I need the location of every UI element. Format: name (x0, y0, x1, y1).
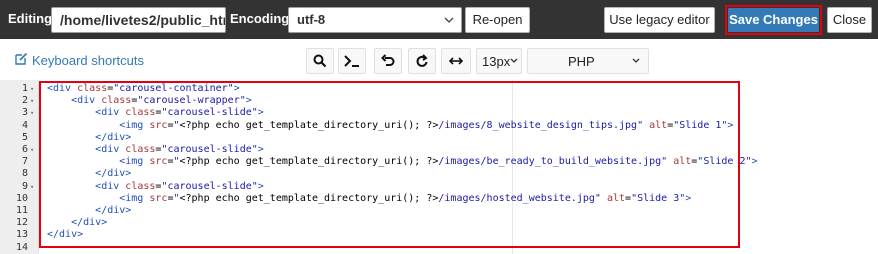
save-changes-highlight: Save Changes (725, 5, 822, 35)
line-number: 3 (21, 107, 28, 119)
encoding-value: utf-8 (297, 12, 326, 27)
line-number: 7 (21, 156, 28, 168)
wrap-toggle-button[interactable] (441, 48, 471, 74)
line-number: 5 (21, 131, 28, 143)
fold-arrow-icon[interactable]: ▾ (30, 83, 34, 95)
encoding-select[interactable]: utf-8 (288, 7, 462, 33)
redo-button[interactable] (408, 48, 436, 74)
font-size-select[interactable]: 13px (476, 48, 522, 74)
code-highlight-box (39, 81, 740, 248)
fold-arrow-icon[interactable]: ▾ (30, 181, 34, 193)
search-icon (313, 54, 327, 68)
undo-icon (381, 54, 395, 68)
wrap-toggle-icon (449, 56, 463, 66)
fold-arrow-icon[interactable]: ▾ (30, 107, 34, 119)
redo-icon (415, 54, 429, 68)
language-mode-select[interactable]: PHP (527, 48, 649, 74)
goto-line-button[interactable] (338, 48, 366, 74)
chevron-down-icon (632, 58, 640, 64)
line-number: 12 (15, 217, 28, 229)
line-number: 1 (21, 83, 28, 94)
line-number: 2 (21, 95, 28, 107)
file-path-field[interactable]: /home/livetes2/public_htr (51, 7, 226, 33)
keyboard-shortcuts-link[interactable]: Keyboard shortcuts (15, 52, 144, 70)
close-button[interactable]: Close (827, 7, 872, 33)
edit-icon (15, 52, 28, 70)
save-changes-button[interactable]: Save Changes (728, 8, 819, 32)
use-legacy-editor-button[interactable]: Use legacy editor (604, 7, 715, 33)
line-number: 13 (15, 229, 28, 241)
chevron-down-icon (510, 58, 518, 64)
goto-line-icon (344, 55, 360, 67)
reopen-button[interactable]: Re-open (465, 7, 530, 33)
fold-arrow-icon[interactable]: ▾ (30, 144, 34, 156)
fold-arrow-icon[interactable]: ▾ (30, 95, 34, 107)
line-number: 11 (15, 205, 28, 216)
line-number: 4 (21, 119, 28, 131)
search-button[interactable] (306, 48, 334, 74)
line-number: 6 (21, 144, 28, 155)
encoding-label: Encoding: (230, 11, 294, 26)
line-number: 9 (21, 180, 28, 192)
undo-button[interactable] (374, 48, 402, 74)
font-size-value: 13px (482, 53, 511, 69)
editing-label: Editing: (8, 11, 57, 26)
editor-header: Editing: /home/livetes2/public_htr Encod… (0, 0, 878, 39)
chevron-down-icon (444, 8, 454, 32)
code-editor[interactable]: 1 ▾ <div class="carousel-container"> 2 ▾ <di… (0, 80, 878, 254)
line-number: 10 (15, 192, 28, 204)
language-mode-value: PHP (568, 53, 595, 69)
keyboard-shortcuts-label: Keyboard shortcuts (32, 53, 145, 68)
line-number: 14 (15, 241, 28, 253)
line-number: 8 (21, 168, 28, 180)
